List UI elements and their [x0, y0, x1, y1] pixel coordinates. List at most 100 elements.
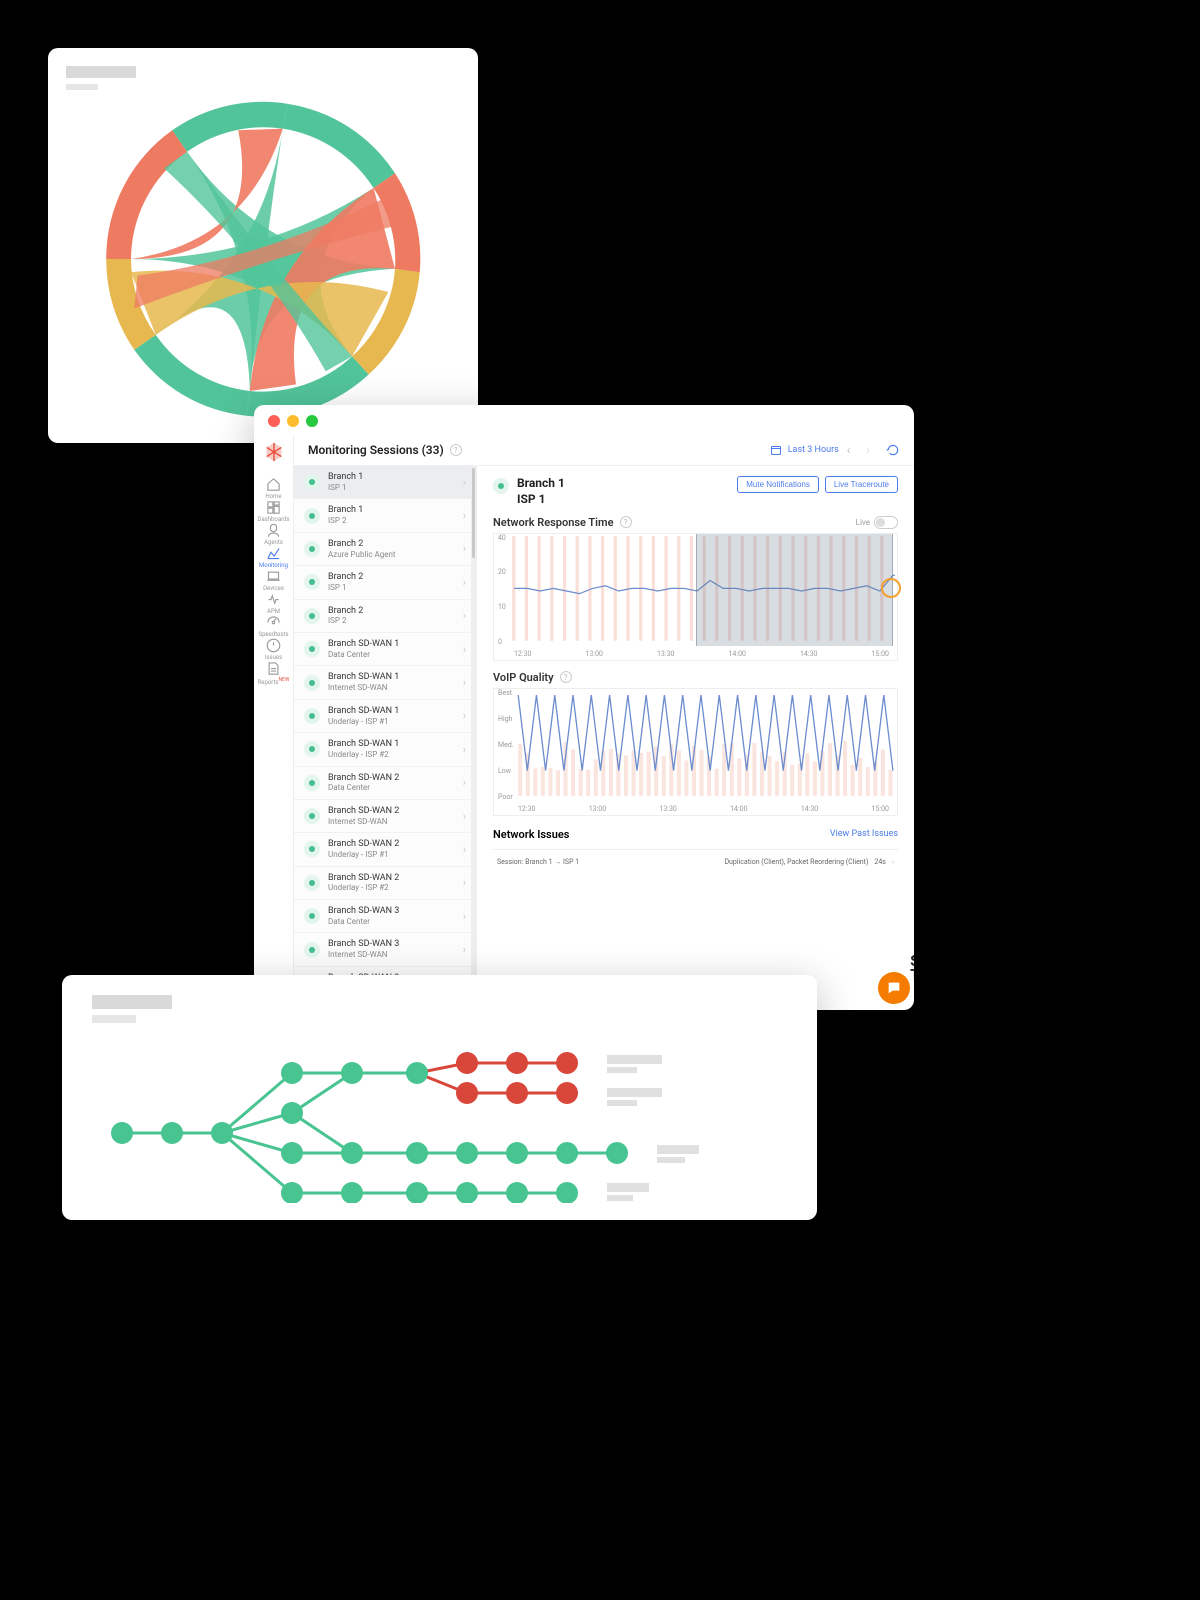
live-toggle[interactable] [874, 516, 898, 529]
sidenav-label: ReportsNEW [258, 678, 290, 686]
speedtests-icon [265, 615, 282, 630]
sidenav-item-speedtests[interactable]: Speedtests [259, 615, 289, 638]
session-name: Branch 1 [328, 505, 463, 516]
apm-icon [265, 592, 282, 607]
skeleton-label [607, 1195, 633, 1201]
session-list-item[interactable]: Branch SD-WAN 1Internet SD-WAN› [294, 666, 476, 699]
session-name: Branch SD-WAN 2 [328, 839, 463, 850]
status-dot-icon [304, 942, 320, 958]
time-range-picker[interactable]: Last 3 Hours [770, 444, 839, 456]
skeleton-label [607, 1067, 637, 1073]
sidenav-item-home[interactable]: Home [259, 477, 289, 500]
page-header: Monitoring Sessions (33) ? Last 3 Hours … [294, 435, 914, 466]
sidenav-item-agents[interactable]: Agents [259, 523, 289, 546]
session-list-item[interactable]: Branch 2ISP 2› [294, 600, 476, 633]
chart-title-voip: VoIP Quality [493, 671, 554, 684]
view-past-issues-link[interactable]: View Past Issues [830, 829, 898, 839]
status-dot-icon [304, 574, 320, 590]
session-name: Branch SD-WAN 2 [328, 873, 463, 884]
session-sub: Underlay - ISP #2 [328, 750, 463, 760]
session-list-item[interactable]: Branch SD-WAN 2Internet SD-WAN› [294, 800, 476, 833]
live-traceroute-button[interactable]: Live Traceroute [825, 476, 898, 493]
skeleton-label [607, 1088, 662, 1097]
session-sub-name: ISP 1 [517, 492, 565, 506]
window-maximize-dot[interactable] [306, 415, 318, 427]
chevron-right-icon: › [463, 643, 466, 656]
chevron-right-icon: › [463, 776, 466, 789]
sidenav-item-reports[interactable]: ReportsNEW [259, 661, 289, 686]
status-dot-icon [304, 508, 320, 524]
issue-age: 24s [874, 858, 885, 866]
status-dot-icon [304, 841, 320, 857]
session-list-item[interactable]: Branch SD-WAN 1Underlay - ISP #2› [294, 733, 476, 766]
info-icon[interactable]: ? [450, 444, 462, 456]
sidenav-item-apm[interactable]: APM [259, 592, 289, 615]
session-name: Branch SD-WAN 2 [328, 773, 463, 784]
session-sub: Data Center [328, 783, 463, 793]
session-sub: Underlay - ISP #1 [328, 850, 463, 860]
session-list-item[interactable]: Branch 2Azure Public Agent› [294, 533, 476, 566]
skeleton-label [607, 1100, 637, 1106]
window-close-dot[interactable] [268, 415, 280, 427]
refresh-icon[interactable] [886, 443, 900, 457]
session-name: Branch SD-WAN 3 [328, 939, 463, 950]
status-dot-icon [304, 641, 320, 657]
network-path-diagram [92, 1033, 792, 1203]
session-sub: ISP 2 [328, 516, 463, 526]
status-dot-icon [304, 474, 320, 490]
session-sub: Data Center [328, 650, 463, 660]
session-name: Branch SD-WAN 1 [328, 706, 463, 717]
chevron-right-icon: › [463, 876, 466, 889]
session-sub: ISP 1 [328, 483, 463, 493]
sidenav-item-devices[interactable]: Devices [259, 569, 289, 592]
skeleton-label [657, 1157, 685, 1163]
window-minimize-dot[interactable] [287, 415, 299, 427]
issues-title: Network Issues [493, 828, 569, 841]
status-dot-icon [304, 541, 320, 557]
session-list-item[interactable]: Branch SD-WAN 2Data Center› [294, 767, 476, 800]
session-name: Branch SD-WAN 1 [328, 672, 463, 683]
chevron-right-icon: › [463, 509, 466, 522]
session-sub: Internet SD-WAN [328, 683, 463, 693]
session-name: Branch 2 [328, 572, 463, 583]
mute-notifications-button[interactable]: Mute Notifications [737, 476, 819, 493]
monitoring-dashboard-window: HomeDashboardsAgentsMonitoringDevicesAPM… [254, 405, 914, 1010]
session-list-item[interactable]: Branch SD-WAN 3Data Center› [294, 900, 476, 933]
chevron-right-icon: › [892, 858, 894, 866]
next-range-button[interactable]: › [858, 443, 878, 457]
session-sub: Underlay - ISP #2 [328, 883, 463, 893]
status-dot-icon [304, 708, 320, 724]
chat-bubble-button[interactable] [878, 972, 910, 1004]
reports-icon [265, 661, 282, 676]
session-list-item[interactable]: Branch SD-WAN 1Underlay - ISP #1› [294, 700, 476, 733]
issue-row[interactable]: Session: Branch 1 → ISP 1 Duplication (C… [493, 849, 898, 874]
window-controls [254, 405, 914, 435]
sidenav-item-issues[interactable]: Issues [259, 638, 289, 661]
session-list-item[interactable]: Branch SD-WAN 1Data Center› [294, 633, 476, 666]
chevron-right-icon: › [463, 676, 466, 689]
sessions-scrollbar[interactable] [471, 466, 476, 1010]
session-list-item[interactable]: Branch 1ISP 2› [294, 499, 476, 532]
status-dot-icon [304, 675, 320, 691]
skeleton-label [607, 1055, 662, 1064]
sidenav-item-monitoring[interactable]: Monitoring [259, 546, 289, 569]
session-list-item[interactable]: Branch SD-WAN 2Underlay - ISP #1› [294, 833, 476, 866]
sidenav-item-dashboards[interactable]: Dashboards [259, 500, 289, 523]
issue-session-label: Session: Branch 1 → ISP 1 [497, 858, 579, 866]
voip-quality-chart[interactable]: BestHighMed.LowPoor 12:3013:0013:3014:00… [493, 688, 898, 816]
chevron-right-icon: › [463, 743, 466, 756]
prev-range-button[interactable]: ‹ [839, 443, 859, 457]
session-list-item[interactable]: Branch 2ISP 1› [294, 566, 476, 599]
info-icon[interactable]: ? [560, 671, 572, 683]
info-icon[interactable]: ? [620, 516, 632, 528]
session-list-item[interactable]: Branch SD-WAN 2Underlay - ISP #2› [294, 867, 476, 900]
session-list-item[interactable]: Branch 1ISP 1› [294, 466, 476, 499]
session-list-item[interactable]: Branch SD-WAN 3Internet SD-WAN› [294, 933, 476, 966]
status-dot-icon [304, 775, 320, 791]
chevron-right-icon: › [463, 542, 466, 555]
skeleton-subtitle [92, 1015, 136, 1023]
skeleton-label [657, 1145, 699, 1154]
session-sub: Internet SD-WAN [328, 950, 463, 960]
devices-icon [265, 569, 282, 584]
response-time-chart[interactable]: 4020100 12:3013:0013:3014:0014:3015:00 [493, 533, 898, 661]
